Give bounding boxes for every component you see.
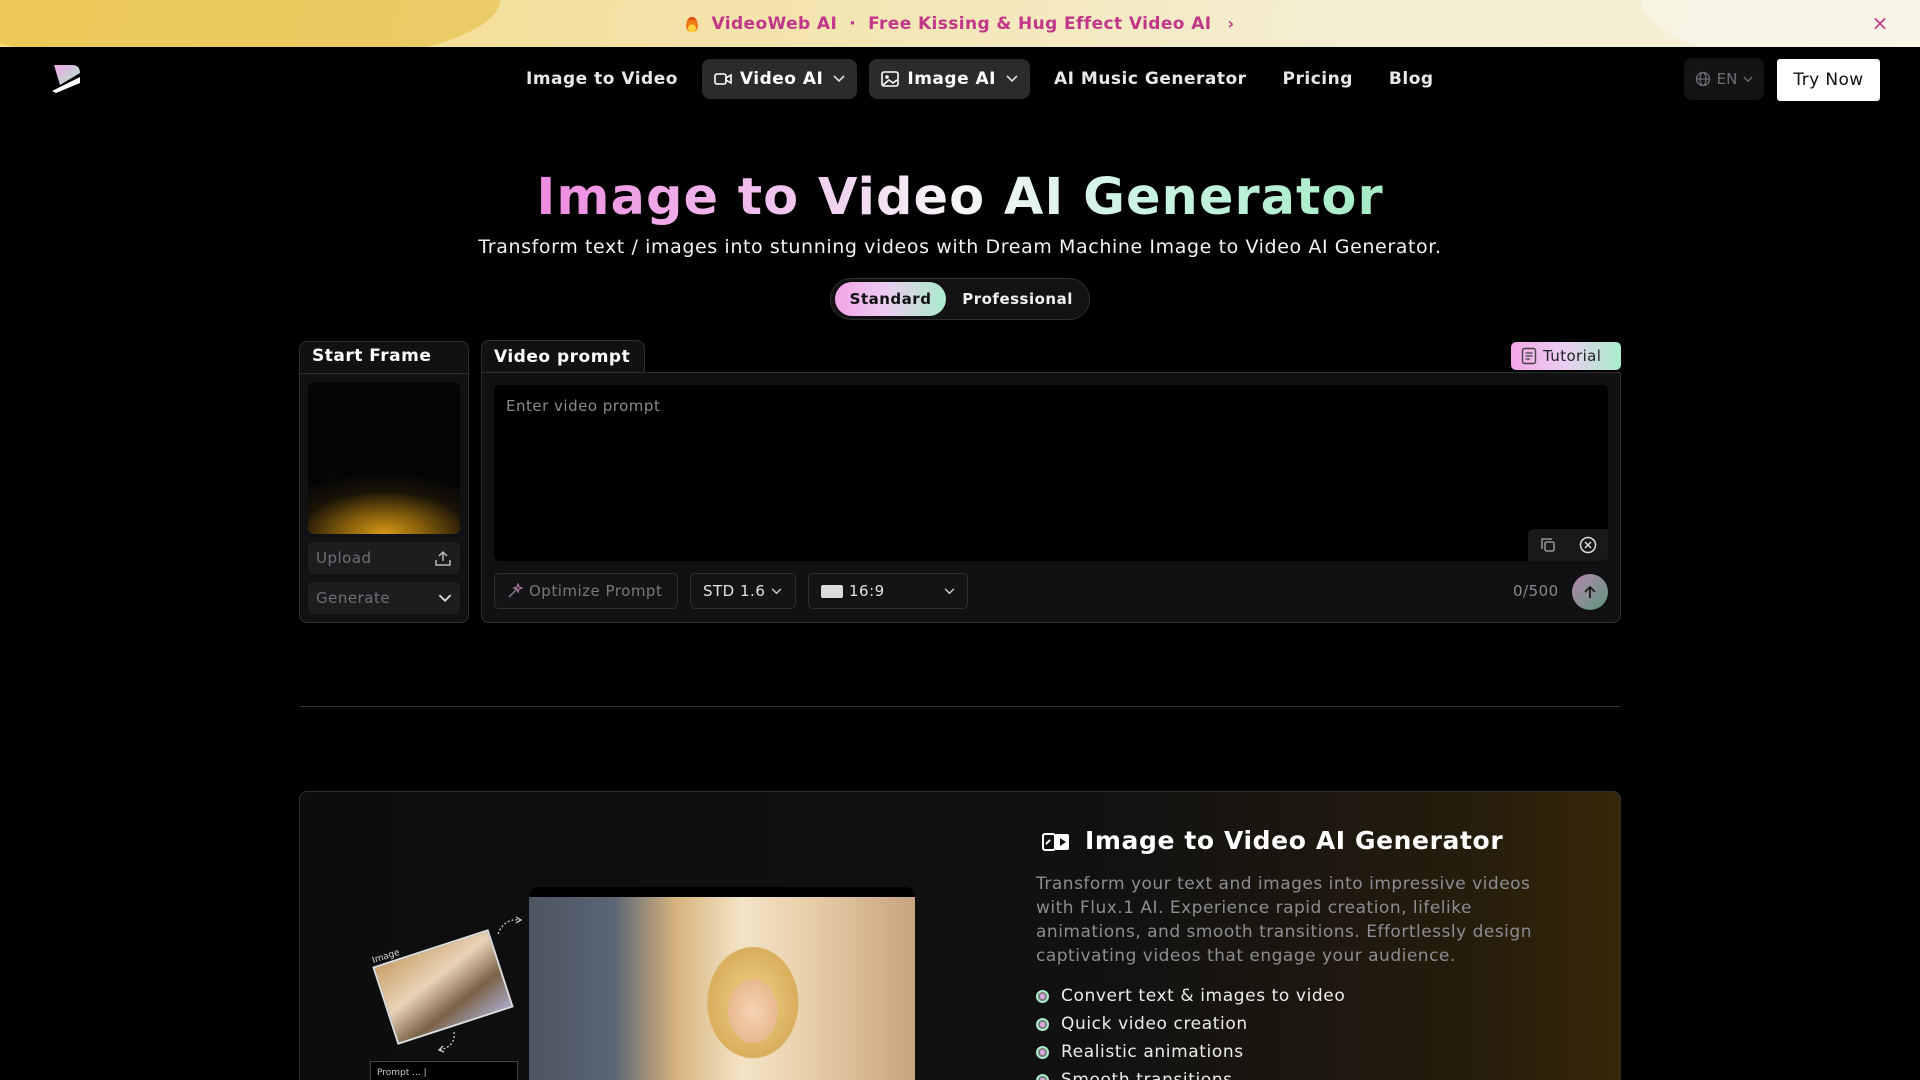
feature-card: Image Prompt ... | Image to Video AI Gen… — [299, 791, 1621, 1080]
document-icon — [1521, 347, 1537, 365]
upload-icon — [435, 550, 451, 566]
nav-image-ai-label: Image AI — [907, 69, 997, 89]
list-item: Quick video creation — [1036, 1010, 1345, 1038]
try-now-button[interactable]: Try Now — [1777, 59, 1880, 101]
promo-brand: VideoWeb AI — [711, 13, 838, 34]
curved-arrow-icon — [437, 1031, 455, 1053]
video-prompt-placeholder: Enter video prompt — [506, 397, 661, 415]
feature-bullet-text: Convert text & images to video — [1061, 986, 1346, 1006]
top-nav: Image to Video Video AI Image AI AI Musi… — [0, 47, 1920, 111]
mode-professional-button[interactable]: Professional — [950, 282, 1085, 316]
feature-list: Convert text & images to video Quick vid… — [1036, 982, 1345, 1080]
page-title-text: Image to Video AI Generator — [536, 168, 1384, 227]
page-title: Image to Video AI Generator — [0, 168, 1920, 227]
curved-arrow-icon — [497, 916, 523, 935]
chevron-down-icon — [833, 75, 845, 83]
bullet-icon — [1036, 989, 1049, 1003]
list-item: Convert text & images to video — [1036, 982, 1345, 1010]
chevron-right-icon: › — [1227, 14, 1235, 33]
feature-bullet-text: Smooth transitions — [1061, 1070, 1233, 1080]
generate-label: Generate — [316, 589, 391, 607]
start-frame-preview[interactable] — [308, 382, 460, 534]
mode-standard-button[interactable]: Standard — [835, 282, 947, 316]
aspect-ratio-select[interactable]: 16:9 — [808, 573, 968, 609]
bullet-icon — [1036, 1073, 1049, 1080]
promo-banner[interactable]: VideoWeb AI · Free Kissing & Hug Effect … — [0, 0, 1920, 47]
close-icon[interactable]: × — [1868, 11, 1892, 35]
upload-label: Upload — [316, 549, 372, 567]
aspect-ratio-icon — [821, 584, 843, 598]
bullet-icon — [1036, 1045, 1049, 1059]
sparkle-icon — [508, 583, 523, 598]
list-item: Realistic animations — [1036, 1038, 1345, 1066]
bullet-icon — [1036, 1017, 1049, 1031]
model-value: STD 1.6 — [703, 582, 766, 600]
tutorial-button[interactable]: Tutorial — [1511, 342, 1621, 370]
nav-video-ai-dropdown[interactable]: Video AI — [701, 59, 858, 99]
feature-title: Image to Video AI Generator — [1085, 826, 1504, 855]
language-label: EN — [1716, 70, 1738, 88]
nav-video-ai-label: Video AI — [739, 69, 824, 89]
upload-button[interactable]: Upload — [308, 542, 460, 574]
fire-icon — [685, 15, 699, 33]
tutorial-label: Tutorial — [1543, 347, 1602, 365]
video-prompt-input[interactable]: Enter video prompt — [494, 385, 1608, 561]
generate-dropdown[interactable]: Generate — [308, 582, 460, 614]
video-prompt-panel: Enter video prompt Optimize Prompt STD 1… — [481, 372, 1621, 623]
illustration-video-frame — [529, 887, 915, 1080]
aspect-ratio-value: 16:9 — [849, 582, 885, 600]
illustration-prompt-box: Prompt ... | — [370, 1061, 518, 1080]
start-frame-panel: Start Frame Upload Generate — [299, 341, 469, 623]
feature-bullet-text: Quick video creation — [1061, 1014, 1248, 1034]
chevron-down-icon — [1006, 75, 1018, 83]
nav-blog[interactable]: Blog — [1377, 60, 1446, 98]
promo-message[interactable]: VideoWeb AI · Free Kissing & Hug Effect … — [685, 14, 1234, 34]
page-subtitle: Transform text / images into stunning vi… — [478, 236, 1442, 258]
start-frame-title: Start Frame — [300, 342, 468, 374]
list-item: Smooth transitions — [1036, 1066, 1345, 1080]
video-camera-icon — [714, 73, 732, 85]
nav-pricing[interactable]: Pricing — [1271, 60, 1365, 98]
model-select[interactable]: STD 1.6 — [690, 573, 796, 609]
feature-description: Transform your text and images into impr… — [1036, 874, 1532, 966]
chevron-down-icon — [1743, 76, 1753, 82]
illustration-video-image — [529, 897, 915, 1080]
language-selector[interactable]: EN — [1684, 58, 1764, 100]
character-counter: 0/500 — [1513, 582, 1559, 600]
arrow-up-icon — [1584, 585, 1596, 598]
chevron-down-icon — [771, 587, 782, 594]
image-icon — [881, 71, 900, 87]
optimize-prompt-label: Optimize Prompt — [529, 582, 663, 600]
nav-image-ai-dropdown[interactable]: Image AI — [869, 59, 1031, 99]
copy-icon[interactable] — [1540, 537, 1556, 553]
optimize-prompt-button[interactable]: Optimize Prompt — [494, 573, 678, 609]
promo-text: Free Kissing & Hug Effect Video AI — [868, 13, 1212, 34]
chevron-down-icon — [438, 593, 452, 602]
promo-separator: · — [849, 13, 857, 34]
submit-button[interactable] — [1572, 574, 1608, 610]
mode-toggle: Standard Professional — [830, 278, 1090, 320]
banner-decoration — [0, 0, 500, 47]
section-divider — [299, 706, 1621, 707]
video-prompt-tab[interactable]: Video prompt — [481, 340, 645, 373]
feature-bullet-text: Realistic animations — [1061, 1042, 1244, 1062]
illustration-source-image — [372, 929, 514, 1045]
nav-image-to-video[interactable]: Image to Video — [514, 60, 690, 98]
nav-links: Image to Video Video AI Image AI AI Musi… — [514, 59, 1446, 99]
chevron-down-icon — [944, 587, 955, 594]
logo-icon[interactable] — [50, 61, 84, 95]
nav-ai-music-generator[interactable]: AI Music Generator — [1042, 60, 1259, 98]
prompt-tools — [1528, 529, 1608, 561]
clear-icon[interactable] — [1579, 536, 1597, 554]
image-to-video-icon — [1042, 833, 1069, 851]
globe-icon — [1695, 71, 1710, 87]
